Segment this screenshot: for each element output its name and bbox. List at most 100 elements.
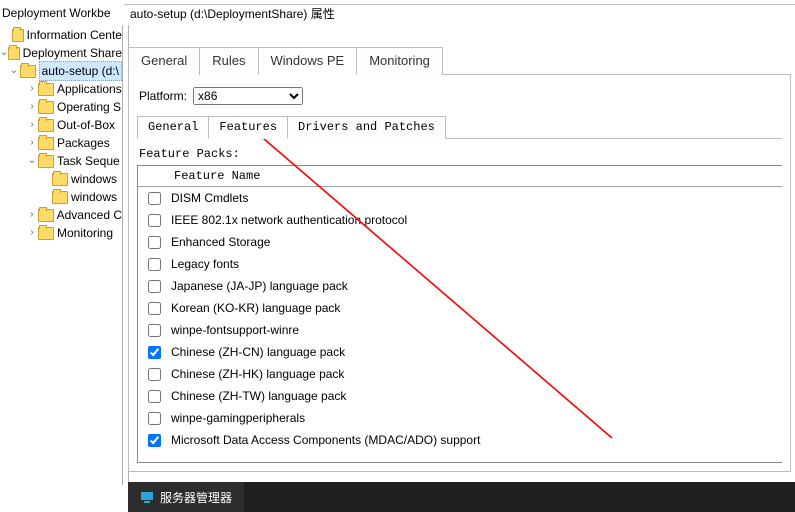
feature-checkbox[interactable] (148, 258, 161, 271)
folder-icon (38, 83, 54, 96)
expand-icon[interactable]: › (26, 116, 38, 134)
expand-icon[interactable]: ⌄ (0, 44, 8, 62)
feature-row[interactable]: Chinese (ZH-HK) language pack (138, 363, 782, 385)
feature-row[interactable]: Enhanced Storage (138, 231, 782, 253)
feature-row[interactable]: Chinese (ZH-CN) language pack (138, 341, 782, 363)
expand-icon[interactable]: › (26, 98, 38, 116)
feature-name: Chinese (ZH-HK) language pack (171, 367, 344, 381)
subtab-general[interactable]: General (137, 116, 209, 139)
tree-item-label: Packages (57, 134, 110, 152)
feature-row[interactable]: winpe-fontsupport-winre (138, 319, 782, 341)
feature-name: Korean (KO-KR) language pack (171, 301, 340, 315)
expand-icon[interactable]: › (26, 224, 38, 242)
feature-name: Microsoft Data Access Components (MDAC/A… (171, 433, 480, 447)
feature-row[interactable]: DISM Cmdlets (138, 187, 782, 209)
tree-item-label: Applications (57, 80, 122, 98)
subtab-drivers-and-patches[interactable]: Drivers and Patches (287, 116, 446, 139)
folder-icon (38, 119, 54, 132)
tree-item-label: Monitoring (57, 224, 113, 242)
expand-icon[interactable]: › (26, 80, 38, 98)
feature-row[interactable]: IEEE 802.1x network authentication proto… (138, 209, 782, 231)
folder-icon (8, 47, 19, 60)
taskbar-server-manager[interactable]: 服务器管理器 (128, 482, 244, 512)
tree-item[interactable]: › Operating S (0, 98, 122, 116)
platform-label: Platform: (139, 89, 187, 103)
folder-icon (38, 137, 54, 150)
sub-tabstrip: GeneralFeaturesDrivers and Patches (137, 115, 782, 139)
feature-row[interactable]: Microsoft Data Access Components (MDAC/A… (138, 429, 782, 451)
tree-item[interactable]: › Advanced C (0, 206, 122, 224)
tree-item-label: windows (71, 188, 117, 206)
navigation-tree[interactable]: Information Cente⌄Deployment Share⌄auto-… (0, 26, 122, 486)
folder-icon (38, 209, 54, 222)
feature-packs-label: Feature Packs: (139, 147, 780, 161)
feature-checkbox[interactable] (148, 390, 161, 403)
feature-checkbox[interactable] (148, 192, 161, 205)
feature-checkbox[interactable] (148, 434, 161, 447)
tree-item-label: auto-setup (d:\ (39, 61, 122, 81)
feature-checkbox[interactable] (148, 236, 161, 249)
tab-monitoring[interactable]: Monitoring (356, 47, 443, 75)
folder-icon (20, 65, 36, 78)
feature-name: winpe-fontsupport-winre (171, 323, 299, 337)
tree-item-label: Deployment Share (23, 44, 122, 62)
tree-item[interactable]: › Out-of-Box (0, 116, 122, 134)
feature-checkbox[interactable] (148, 346, 161, 359)
root-node-label: Deployment Workbe (0, 6, 124, 20)
folder-icon (38, 227, 54, 240)
feature-row[interactable]: Chinese (ZH-TW) language pack (138, 385, 782, 407)
feature-name: Legacy fonts (171, 257, 239, 271)
feature-column-header[interactable]: Feature Name (138, 166, 782, 187)
feature-checkbox[interactable] (148, 324, 161, 337)
feature-row[interactable]: Legacy fonts (138, 253, 782, 275)
tree-item[interactable]: ⌄ Deployment Share (0, 44, 122, 62)
tree-item-label: Operating S (57, 98, 121, 116)
feature-name: Chinese (ZH-TW) language pack (171, 389, 346, 403)
folder-icon (38, 155, 54, 168)
platform-select[interactable]: x86x64 (193, 87, 303, 105)
tree-item-label: Advanced C (57, 206, 122, 224)
server-manager-icon (140, 490, 154, 504)
feature-row[interactable]: Korean (KO-KR) language pack (138, 297, 782, 319)
tree-item[interactable]: windows (0, 170, 122, 188)
folder-icon (38, 101, 54, 114)
folder-icon (52, 173, 68, 186)
expand-icon[interactable]: ⌄ (26, 152, 38, 170)
feature-name: winpe-gamingperipherals (171, 411, 305, 425)
tree-item[interactable]: › Packages (0, 134, 122, 152)
tree-item[interactable]: › Monitoring (0, 224, 122, 242)
tree-item-label: Information Cente (27, 26, 122, 44)
tree-item[interactable]: › Applications (0, 80, 122, 98)
tree-item-label: Out-of-Box (57, 116, 115, 134)
feature-checkbox[interactable] (148, 412, 161, 425)
feature-checkbox[interactable] (148, 214, 161, 227)
feature-name: DISM Cmdlets (171, 191, 248, 205)
expand-icon[interactable]: › (26, 206, 38, 224)
feature-name: Japanese (JA-JP) language pack (171, 279, 348, 293)
feature-checkbox[interactable] (148, 302, 161, 315)
tree-item-label: Task Seque (57, 152, 120, 170)
taskbar-item-label: 服务器管理器 (160, 489, 232, 506)
feature-listbox[interactable]: Feature Name DISM Cmdlets IEEE 802.1x net… (137, 165, 782, 463)
feature-checkbox[interactable] (148, 280, 161, 293)
feature-checkbox[interactable] (148, 368, 161, 381)
tab-windows-pe[interactable]: Windows PE (258, 47, 358, 75)
expand-icon[interactable]: › (26, 134, 38, 152)
tree-item[interactable]: ⌄ auto-setup (d:\ (0, 62, 122, 80)
taskbar[interactable]: 服务器管理器 (128, 482, 795, 512)
expand-icon[interactable]: ⌄ (8, 62, 20, 80)
feature-name: Enhanced Storage (171, 235, 270, 249)
tab-rules[interactable]: Rules (199, 47, 258, 75)
tree-item[interactable]: Information Cente (0, 26, 122, 44)
tree-item-label: windows (71, 170, 117, 188)
main-tabstrip: GeneralRulesWindows PEMonitoring (128, 46, 791, 75)
tab-general[interactable]: General (128, 47, 200, 75)
feature-row[interactable]: winpe-gamingperipherals (138, 407, 782, 429)
window-title: auto-setup (d:\DeploymentShare) 属性 (124, 4, 795, 22)
folder-icon (12, 29, 24, 42)
tree-item[interactable]: windows (0, 188, 122, 206)
feature-row[interactable]: Japanese (JA-JP) language pack (138, 275, 782, 297)
tree-item[interactable]: ⌄ Task Seque (0, 152, 122, 170)
subtab-features[interactable]: Features (208, 116, 288, 139)
feature-name: IEEE 802.1x network authentication proto… (171, 213, 407, 227)
